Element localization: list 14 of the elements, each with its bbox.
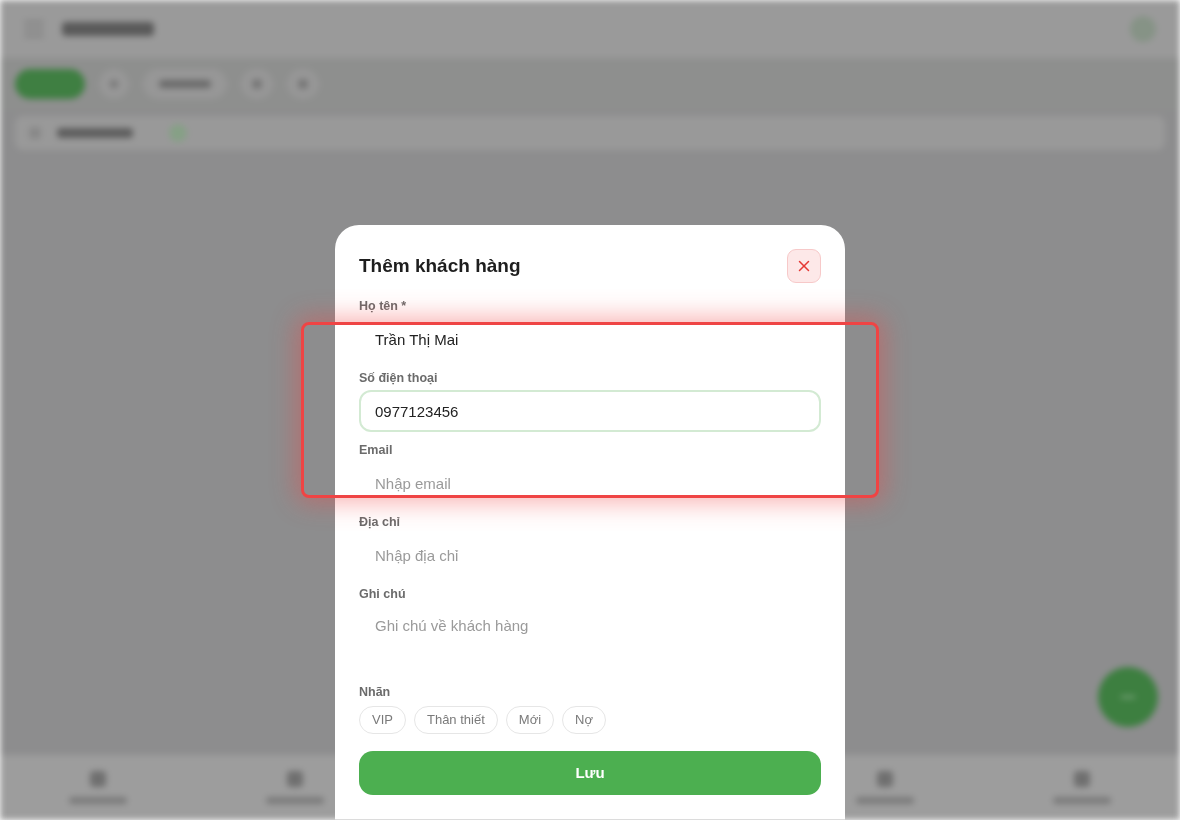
field-label: Email (359, 442, 394, 458)
field-label: Ghi chú (359, 586, 407, 602)
tag-chip[interactable]: Thân thiết (413, 706, 498, 734)
close-button[interactable] (787, 249, 821, 283)
field-label: Họ tên * (359, 298, 408, 314)
tag-chip[interactable]: Mới (505, 706, 555, 734)
tag-chip[interactable]: Nợ (562, 706, 606, 734)
field-label: Địa chỉ (359, 514, 401, 530)
save-button[interactable]: Lưu (359, 751, 821, 795)
tag-chip[interactable]: VIP (359, 706, 406, 734)
modal-title: Thêm khách hàng (359, 254, 521, 278)
field-label: Nhãn (359, 684, 392, 700)
field-label: Số điện thoại (359, 370, 439, 386)
text-input-field[interactable]: 0977123456 (359, 390, 821, 432)
